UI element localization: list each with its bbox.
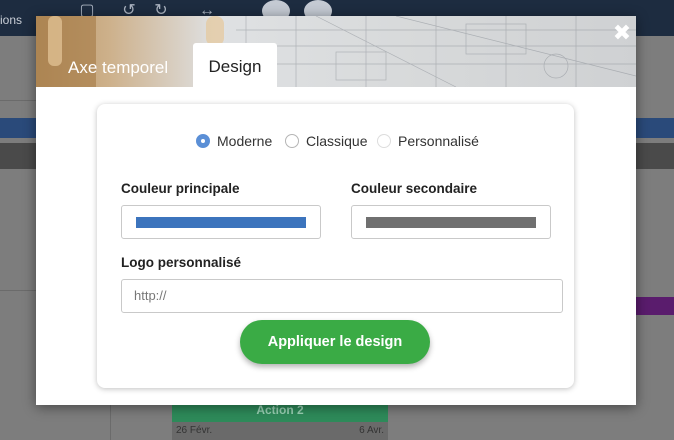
radio-unchecked-icon <box>285 134 299 148</box>
tab-design[interactable]: Design <box>193 43 277 87</box>
secondary-color-label: Couleur secondaire <box>351 181 478 196</box>
tab-axe-temporel[interactable]: Axe temporel <box>68 58 168 78</box>
primary-color-label: Couleur principale <box>121 181 240 196</box>
primary-color-swatch <box>136 217 306 228</box>
radio-checked-icon <box>196 134 210 148</box>
close-icon[interactable]: ✖ <box>611 22 633 44</box>
primary-color-field[interactable] <box>121 205 321 239</box>
radio-label: Moderne <box>217 133 273 149</box>
design-modal: Axe temporel Design ✖ Moderne Classique … <box>36 16 636 405</box>
radio-personnalise[interactable]: Personnalisé <box>377 132 479 150</box>
radio-moderne[interactable]: Moderne <box>196 132 272 150</box>
logo-url-input[interactable]: http:// <box>121 279 563 313</box>
design-card: Moderne Classique Personnalisé Couleur p… <box>97 104 574 388</box>
modal-header: Axe temporel Design ✖ <box>36 16 636 87</box>
toolbar-label: ions <box>0 13 23 27</box>
radio-label: Personnalisé <box>398 133 479 149</box>
style-radio-group: Moderne Classique Personnalisé <box>97 132 574 150</box>
end-date: 6 Avr. <box>359 425 384 436</box>
radio-classique[interactable]: Classique <box>285 132 367 150</box>
radio-label: Classique <box>306 133 368 149</box>
action-dates: 26 Févr. 6 Avr. <box>172 422 388 440</box>
divider <box>0 100 36 101</box>
start-date: 26 Févr. <box>176 425 213 436</box>
apply-design-button[interactable]: Appliquer le design <box>240 320 430 364</box>
secondary-color-field[interactable] <box>351 205 551 239</box>
radio-unchecked-icon <box>377 134 391 148</box>
divider <box>110 405 111 440</box>
logo-label: Logo personnalisé <box>121 255 242 270</box>
timeline-bar <box>630 297 674 315</box>
divider <box>0 290 36 291</box>
secondary-color-swatch <box>366 217 536 228</box>
